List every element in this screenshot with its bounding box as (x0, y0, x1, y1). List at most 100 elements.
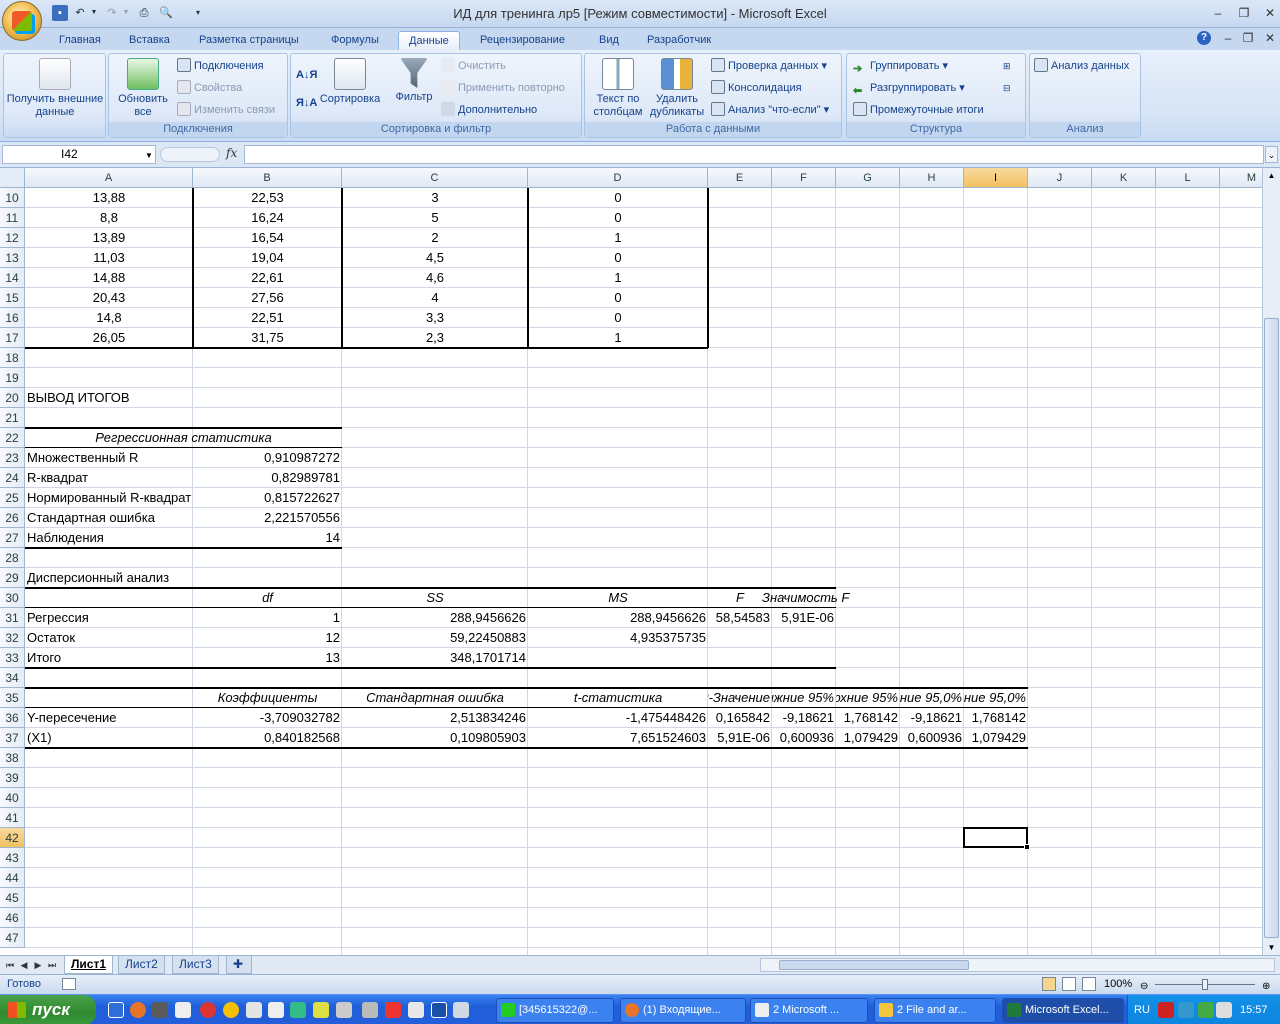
doc-close-icon[interactable]: ✕ (1262, 31, 1278, 45)
refresh-all-button[interactable]: Обновить все (113, 58, 173, 119)
data-cell[interactable]: 20,43 (25, 288, 193, 308)
ungroup-button[interactable]: ⬅ Разгруппировать ▾ (853, 79, 965, 97)
language-indicator[interactable]: RU (1134, 995, 1150, 1024)
column-header-i[interactable]: I (964, 168, 1028, 188)
sheet-tab-1[interactable]: Лист1 (64, 956, 114, 974)
data-cell[interactable]: 11,03 (25, 248, 193, 268)
row-header-47[interactable]: 47 (0, 928, 25, 948)
column-header-m[interactable]: M (1220, 168, 1262, 188)
task-mail[interactable]: [345615322@... (496, 998, 614, 1023)
reg-stat-value[interactable]: 14 (193, 528, 342, 548)
media-player-icon[interactable] (223, 1002, 239, 1018)
selected-cell[interactable] (963, 827, 1028, 848)
coef-value[interactable]: -1,475448426 (528, 708, 708, 728)
firefox-icon[interactable] (130, 1002, 146, 1018)
task-files[interactable]: 2 File and ar... (874, 998, 996, 1023)
column-header-d[interactable]: D (528, 168, 708, 188)
coef-value[interactable]: 2,513834246 (342, 708, 528, 728)
show-detail-icon[interactable]: ⊞ (1003, 57, 1011, 75)
row-header-35[interactable]: 35 (0, 688, 25, 708)
row-header-25[interactable]: 25 (0, 488, 25, 508)
anova-value[interactable]: 4,935375735 (528, 628, 708, 648)
coef-header[interactable]: Верхние 95,0% (964, 688, 1028, 708)
zoom-slider-thumb[interactable] (1202, 979, 1208, 990)
close-icon[interactable]: ✕ (1262, 6, 1278, 20)
anova-value[interactable]: 288,9456626 (342, 608, 528, 628)
anova-value[interactable]: 5,91E-06 (772, 608, 836, 628)
row-header-18[interactable]: 18 (0, 348, 25, 368)
column-header-l[interactable]: L (1156, 168, 1220, 188)
prev-sheet-icon[interactable]: ◀ (18, 958, 30, 972)
ie-icon[interactable] (108, 1002, 124, 1018)
summary-title[interactable]: ВЫВОД ИТОГОВ (25, 388, 193, 408)
column-header-k[interactable]: K (1092, 168, 1156, 188)
row-header-32[interactable]: 32 (0, 628, 25, 648)
coef-value[interactable]: 5,91E-06 (708, 728, 772, 748)
anova-title[interactable]: Дисперсионный анализ (25, 568, 193, 588)
text-to-columns-button[interactable]: Текст по столбцам (587, 58, 649, 119)
row-header-46[interactable]: 46 (0, 908, 25, 928)
row-header-31[interactable]: 31 (0, 608, 25, 628)
sort-az-icon[interactable]: A↓Я (296, 66, 317, 84)
coef-row-label[interactable]: Y-пересечение (25, 708, 193, 728)
row-header-20[interactable]: 20 (0, 388, 25, 408)
coef-value[interactable]: 0,600936 (900, 728, 964, 748)
row-header-16[interactable]: 16 (0, 308, 25, 328)
coef-value[interactable]: 0,600936 (772, 728, 836, 748)
word-icon[interactable] (175, 1002, 191, 1018)
sort-za-icon[interactable]: Я↓A (296, 94, 317, 112)
coef-header[interactable]: P-Значение (708, 688, 772, 708)
data-analysis-button[interactable]: Анализ данных (1034, 57, 1129, 75)
reg-stat-label[interactable]: Множественный R (25, 448, 193, 468)
data-cell[interactable]: 3,3 (342, 308, 528, 328)
data-cell[interactable]: 16,54 (193, 228, 342, 248)
expand-formula-bar-icon[interactable]: ⌄ (1265, 146, 1278, 163)
anova-header[interactable]: df (193, 588, 342, 608)
column-header-c[interactable]: C (342, 168, 528, 188)
anova-value[interactable]: 59,22450883 (342, 628, 528, 648)
data-validation-button[interactable]: Проверка данных ▾ (711, 57, 827, 75)
anova-row-label[interactable]: Регрессия (25, 608, 193, 628)
row-header-38[interactable]: 38 (0, 748, 25, 768)
tab-data[interactable]: Данные (398, 31, 460, 50)
whatif-button[interactable]: Анализ "что-если" ▾ (711, 101, 829, 119)
select-all-corner[interactable] (0, 168, 25, 188)
formula-input[interactable] (244, 145, 1264, 164)
column-header-h[interactable]: H (900, 168, 964, 188)
sort-button[interactable]: Сортировка (317, 58, 383, 106)
row-header-39[interactable]: 39 (0, 768, 25, 788)
filter-button[interactable]: Фильтр (387, 58, 441, 104)
tray-icon-1[interactable] (1158, 1002, 1174, 1018)
name-box[interactable]: I42 (2, 145, 156, 164)
row-header-23[interactable]: 23 (0, 448, 25, 468)
app-icon-5[interactable] (385, 1002, 401, 1018)
tray-icon-4[interactable] (1216, 1002, 1232, 1018)
row-header-36[interactable]: 36 (0, 708, 25, 728)
vertical-scrollbar[interactable]: ▲ ▼ (1262, 168, 1280, 955)
row-header-42[interactable]: 42 (0, 828, 25, 848)
coef-header[interactable]: Нижние 95% (772, 688, 836, 708)
doc-minimize-icon[interactable]: – (1220, 31, 1236, 45)
row-header-21[interactable]: 21 (0, 408, 25, 428)
row-header-22[interactable]: 22 (0, 428, 25, 448)
column-header-a[interactable]: A (25, 168, 193, 188)
row-header-12[interactable]: 12 (0, 228, 25, 248)
reg-stat-label[interactable]: Нормированный R-квадрат (25, 488, 193, 508)
data-cell[interactable]: 4 (342, 288, 528, 308)
7zip-icon[interactable] (152, 1002, 168, 1018)
anova-value[interactable]: 1 (193, 608, 342, 628)
next-sheet-icon[interactable]: ▶ (32, 958, 44, 972)
tray-icon-2[interactable] (1178, 1002, 1194, 1018)
anova-header[interactable]: MS (528, 588, 708, 608)
properties-button[interactable]: Свойства (177, 79, 242, 97)
normal-view-icon[interactable] (1042, 977, 1056, 991)
scroll-down-icon[interactable]: ▼ (1264, 940, 1279, 955)
data-cell[interactable]: 31,75 (193, 328, 342, 348)
reg-stat-value[interactable]: 0,82989781 (193, 468, 342, 488)
page-break-view-icon[interactable] (1082, 977, 1096, 991)
connections-button[interactable]: Подключения (177, 57, 264, 75)
data-cell[interactable]: 0 (528, 308, 708, 328)
data-cell[interactable]: 2 (342, 228, 528, 248)
column-header-e[interactable]: E (708, 168, 772, 188)
vertical-scroll-thumb[interactable] (1264, 318, 1279, 938)
